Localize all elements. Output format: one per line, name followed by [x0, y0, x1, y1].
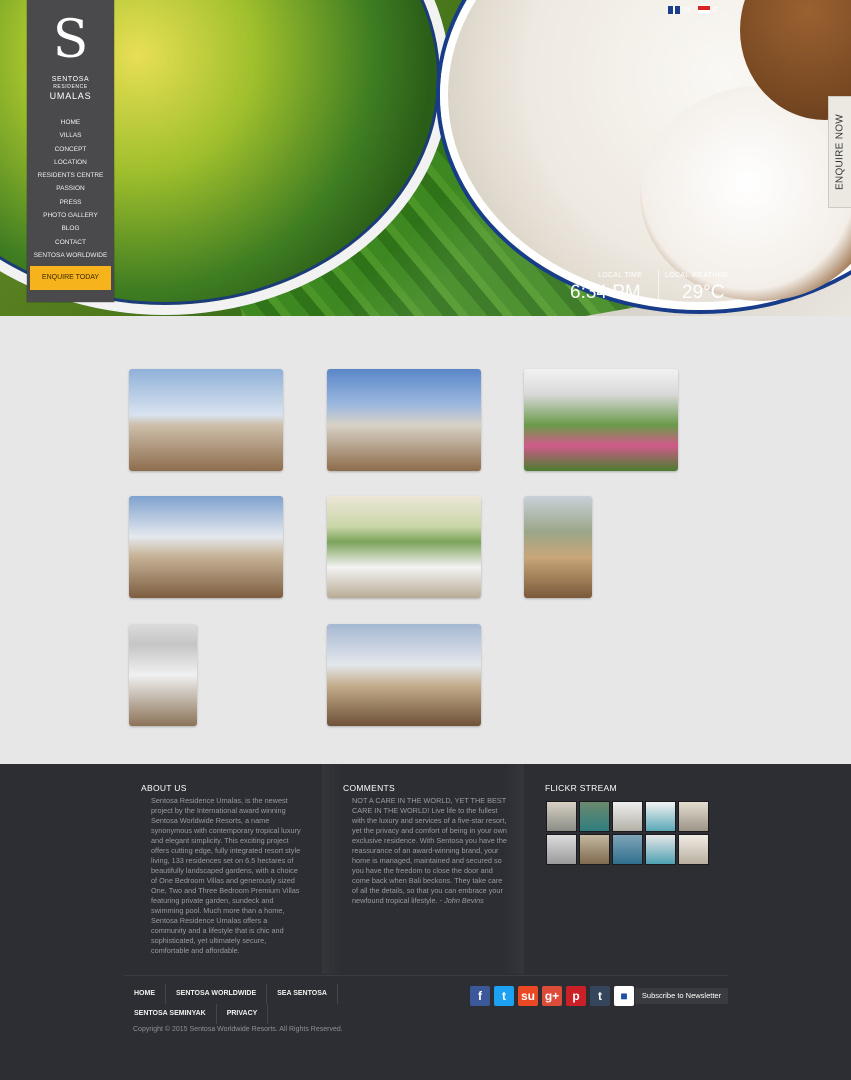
social-links: f t su g+ p t ■ — [470, 986, 634, 1006]
language-en[interactable]: EN — [668, 6, 690, 14]
language-switcher: EN ID — [668, 6, 718, 14]
flickr-photo[interactable] — [612, 834, 643, 865]
enquire-today-button[interactable]: ENQUIRE TODAY — [30, 266, 111, 290]
tumblr-icon[interactable]: t — [590, 986, 610, 1006]
local-weather-label: LOCAL WEATHER — [665, 272, 729, 279]
sentosa-logo-icon[interactable]: S — [27, 12, 114, 68]
local-weather: 29°C — [682, 282, 725, 303]
footer-link-sentosa-worldwide[interactable]: SENTOSA WORLDWIDE — [166, 984, 268, 1004]
uk-flag-icon — [668, 6, 680, 14]
flickr-photo[interactable] — [579, 834, 610, 865]
about-us-text: Sentosa Residence Umalas, is the newest … — [151, 796, 301, 955]
logo-line-3: UMALAS — [49, 91, 92, 101]
delicious-icon[interactable]: ■ — [614, 986, 634, 1006]
flickr-photo[interactable] — [612, 801, 643, 832]
footer: ABOUT US Sentosa Residence Umalas, is th… — [0, 764, 851, 1080]
flickr-photo[interactable] — [645, 801, 676, 832]
gallery-thumb[interactable] — [327, 496, 481, 598]
gallery-thumb[interactable] — [327, 624, 481, 726]
gallery-thumb[interactable] — [129, 496, 283, 598]
gallery-thumb[interactable] — [129, 369, 283, 471]
nav-passion[interactable]: PASSION — [27, 182, 114, 195]
twitter-icon[interactable]: t — [494, 986, 514, 1006]
gallery-thumb[interactable] — [524, 369, 678, 471]
footer-nav-row-2: SENTOSA SEMINYAK PRIVACY — [124, 1002, 344, 1024]
footer-link-privacy[interactable]: PRIVACY — [217, 1004, 269, 1024]
footer-nav-row-1: HOME SENTOSA WORLDWIDE SEA SENTOSA — [124, 982, 344, 1004]
flickr-photo[interactable] — [645, 834, 676, 865]
comments-column: COMMENTS NOT A CARE IN THE WORLD, YET TH… — [322, 764, 524, 974]
stumbleupon-icon[interactable]: su — [518, 986, 538, 1006]
language-id[interactable]: ID — [698, 6, 718, 14]
footer-divider — [124, 975, 728, 976]
flickr-photo[interactable] — [546, 834, 577, 865]
nav-residents-centre[interactable]: RESIDENTS CENTRE — [27, 169, 114, 182]
local-widgets: LOCAL TIME 6:34 PM LOCAL WEATHER 29°C — [562, 270, 742, 310]
nav-photo-gallery[interactable]: PHOTO GALLERY — [27, 209, 114, 222]
nav-sentosa-worldwide[interactable]: SENTOSA WORLDWIDE — [27, 249, 114, 262]
subscribe-newsletter-button[interactable]: Subscribe to Newsletter — [635, 988, 728, 1004]
logo-text[interactable]: SENTOSA RESIDENCE UMALAS — [27, 76, 114, 101]
logo-line-1: SENTOSA — [51, 76, 90, 83]
flickr-photo[interactable] — [678, 834, 709, 865]
flickr-photo[interactable] — [678, 801, 709, 832]
local-time-label: LOCAL TIME — [598, 272, 643, 279]
widget-divider — [658, 270, 659, 304]
gallery-thumb[interactable] — [327, 369, 481, 471]
nav-contact[interactable]: CONTACT — [27, 236, 114, 249]
nav-location[interactable]: LOCATION — [27, 156, 114, 169]
indonesia-flag-icon — [698, 6, 711, 14]
local-time: 6:34 PM — [570, 282, 641, 303]
nav-blog[interactable]: BLOG — [27, 222, 114, 235]
photo-gallery — [0, 316, 851, 764]
flickr-photo[interactable] — [546, 801, 577, 832]
nav-villas[interactable]: VILLAS — [27, 129, 114, 142]
about-us-heading: ABOUT US — [141, 783, 187, 793]
comment-author: John Bevins — [444, 896, 484, 905]
footer-link-home[interactable]: HOME — [124, 984, 166, 1004]
gallery-thumb[interactable] — [129, 624, 197, 726]
footer-nav: HOME SENTOSA WORLDWIDE SEA SENTOSA SENTOSA… — [124, 982, 344, 1024]
nav-home[interactable]: HOME — [27, 116, 114, 129]
logo-line-2: RESIDENCE — [53, 84, 88, 90]
flickr-grid — [546, 801, 709, 865]
footer-link-sentosa-seminyak[interactable]: SENTOSA SEMINYAK — [124, 1004, 217, 1024]
nav-press[interactable]: PRESS — [27, 196, 114, 209]
about-us-column: ABOUT US Sentosa Residence Umalas, is th… — [124, 764, 320, 974]
main-nav: HOME VILLAS CONCEPT LOCATION RESIDENTS C… — [27, 116, 114, 262]
enquire-now-tab[interactable]: ENQUIRE NOW — [828, 96, 851, 208]
flickr-heading: FLICKR STREAM — [545, 783, 617, 793]
nav-concept[interactable]: CONCEPT — [27, 143, 114, 156]
flickr-photo[interactable] — [579, 801, 610, 832]
gallery-thumb[interactable] — [524, 496, 592, 598]
flickr-column: FLICKR STREAM — [526, 764, 726, 974]
copyright-text: Copyright © 2015 Sentosa Worldwide Resor… — [133, 1026, 343, 1033]
comments-heading: COMMENTS — [343, 783, 395, 793]
footer-link-sea-sentosa[interactable]: SEA SENTOSA — [267, 984, 338, 1004]
sidebar: S SENTOSA RESIDENCE UMALAS HOME VILLAS C… — [27, 0, 114, 302]
google-plus-icon[interactable]: g+ — [542, 986, 562, 1006]
facebook-icon[interactable]: f — [470, 986, 490, 1006]
comments-text: NOT A CARE IN THE WORLD, YET THE BEST CA… — [352, 796, 507, 905]
pinterest-icon[interactable]: p — [566, 986, 586, 1006]
hero-banner: EN ID LOCAL TIME 6:34 PM LOCAL WEATHER 2… — [0, 0, 851, 316]
